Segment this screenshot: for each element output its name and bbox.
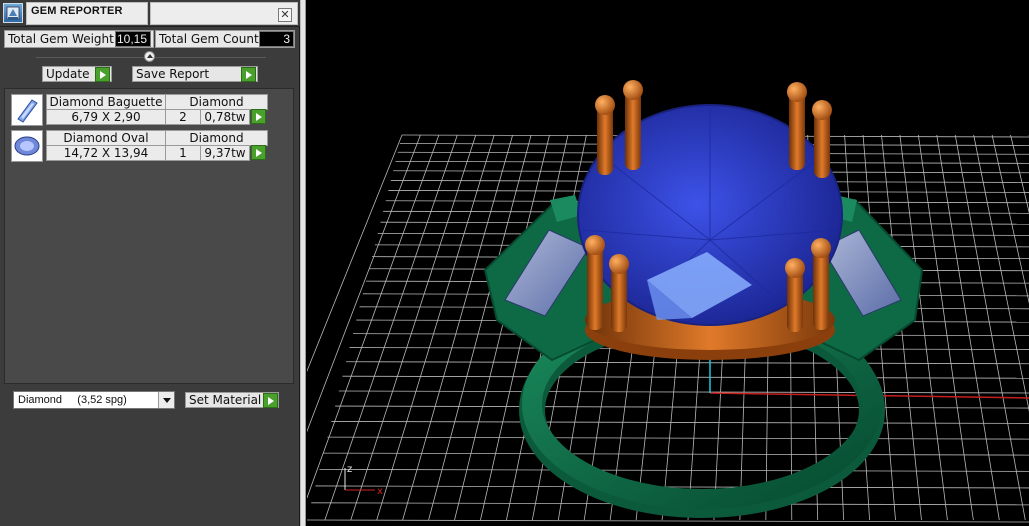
gem-row-go-icon[interactable] (251, 109, 266, 124)
grid-line (402, 134, 514, 521)
grid-line (335, 405, 1029, 409)
grid-line (899, 134, 948, 521)
3d-viewport[interactable]: z x (307, 0, 1029, 526)
gem-name-cell: Diamond Baguette (46, 94, 166, 110)
collapse-arrow-icon[interactable] (144, 51, 155, 62)
grid-line (324, 134, 458, 521)
gizmo-z-label: z (347, 464, 352, 475)
update-button-label: Update (46, 67, 90, 81)
grid-line (307, 134, 403, 373)
grid-line (307, 134, 421, 433)
scene-render: z x (307, 80, 1029, 523)
gem-reporter-panel: GEM REPORTER ✕ Total Gem Weight 10,15 To… (0, 0, 300, 526)
gem-weight-cell: 9,37tw (200, 145, 250, 161)
gem-weight-cell: 0,78tw (200, 109, 250, 125)
grid-line (323, 452, 1029, 456)
gem-count-cell: 2 (165, 109, 201, 125)
save-report-button[interactable]: Save Report (132, 66, 258, 82)
baguette-gem-icon (11, 94, 43, 126)
gem-count-cell: 1 (165, 145, 201, 161)
window-title: GEM REPORTER (31, 5, 123, 17)
grid-line (350, 134, 477, 521)
material-dropdown-value: Diamond (3,52 spg) (18, 394, 127, 406)
window-title-box: GEM REPORTER (26, 2, 148, 25)
chevron-down-icon[interactable] (158, 392, 174, 408)
total-gem-weight-label-text: Total Gem Weight (8, 32, 114, 46)
panel-splitter[interactable] (300, 0, 306, 526)
set-material-go-icon[interactable] (263, 393, 278, 408)
gem-material-cell: Diamond (165, 130, 268, 146)
close-icon[interactable]: ✕ (278, 8, 292, 22)
gem-size-cell: 14,72 X 13,94 (46, 145, 166, 161)
gizmo-x-label: x (377, 486, 383, 497)
grid-line (346, 361, 1029, 365)
gem-material-cell: Diamond (165, 94, 268, 110)
grid-line (319, 468, 1029, 472)
grid-line (376, 134, 495, 521)
save-report-go-icon[interactable] (241, 67, 256, 82)
grid-line (338, 390, 1029, 394)
save-report-button-label: Save Report (136, 67, 210, 81)
update-go-icon[interactable] (95, 67, 110, 82)
total-gem-count-label-text: Total Gem Count (159, 32, 259, 46)
total-gem-count-value: 3 (259, 31, 294, 47)
grid-line (307, 519, 1029, 523)
grid-line (327, 436, 1029, 440)
title-bar-drag-area[interactable]: ✕ (150, 2, 298, 25)
material-dropdown[interactable]: Diamond (3,52 spg) (13, 391, 175, 409)
gem-reporter-app-icon (3, 3, 23, 23)
total-gem-weight-value: 10,15 (115, 31, 151, 47)
set-material-button-label: Set Material (189, 393, 262, 407)
gem-size-cell: 6,79 X 2,90 (46, 109, 166, 125)
gem-list: Diamond Baguette Diamond 6,79 X 2,90 2 0… (4, 88, 294, 384)
gem-row-go-icon[interactable] (251, 145, 266, 160)
grid-line (342, 375, 1029, 379)
grid-line (331, 421, 1029, 424)
title-bar: GEM REPORTER ✕ (0, 0, 300, 27)
oval-gem-icon (11, 130, 43, 162)
gem-name-cell: Diamond Oval (46, 130, 166, 146)
